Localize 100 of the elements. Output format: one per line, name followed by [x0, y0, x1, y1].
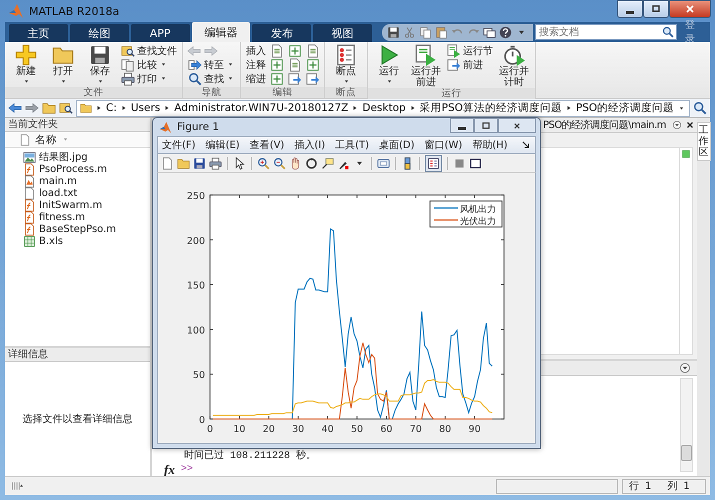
help-icon[interactable] — [499, 26, 512, 38]
path-segment[interactable]: Users — [130, 102, 160, 114]
document-plus-icon[interactable] — [270, 72, 284, 86]
zoom-in-icon[interactable] — [257, 156, 270, 170]
path-segment[interactable]: C: — [106, 102, 117, 114]
document-plus-icon[interactable] — [288, 44, 302, 58]
search-icon[interactable] — [662, 26, 674, 38]
address-field[interactable]: C: Users Administrator.WIN7U-20180127Z Desktop 采用PSO算法的经济调度问题 PSO的经济调度问题 — [76, 100, 690, 116]
document-icon[interactable] — [306, 44, 320, 58]
ribbon-button[interactable]: 新建 — [9, 44, 43, 86]
column-header[interactable]: 名称 — [35, 132, 57, 146]
ribbon-button[interactable]: 运行并前进 — [409, 44, 443, 88]
ribbon-button[interactable]: 注释 — [245, 58, 267, 71]
ribbon-button[interactable]: 打开 — [46, 44, 80, 86]
rotate-icon[interactable] — [305, 156, 318, 170]
ribbon-tab[interactable]: 绘图 — [70, 24, 129, 42]
close-button[interactable] — [498, 118, 536, 133]
printer-icon[interactable] — [209, 156, 222, 170]
axis-tick-label: 70 — [410, 424, 422, 435]
windows-icon[interactable] — [483, 26, 496, 38]
file-item[interactable]: InitSwarm.m — [39, 200, 102, 210]
menu-item[interactable]: 查看(V) — [250, 138, 284, 152]
ribbon-button[interactable]: 转至 — [187, 58, 236, 71]
path-segment[interactable]: Desktop — [362, 102, 406, 114]
minimize-icon — [458, 127, 466, 130]
function-file-icon — [23, 198, 36, 212]
function-browser-button[interactable]: fx — [164, 462, 175, 478]
maximize-button[interactable] — [643, 0, 669, 18]
arrow-right-icon — [188, 58, 202, 72]
file-item[interactable]: load.txt — [39, 188, 78, 198]
legend-label: 风机出力 — [460, 205, 496, 215]
back-arrow-icon[interactable] — [8, 101, 22, 115]
menu-item[interactable]: 窗口(W) — [424, 138, 462, 152]
search-field[interactable]: 搜索文档 — [535, 24, 678, 40]
ribbon-button[interactable]: 打印 — [120, 72, 178, 85]
data-cursor-icon[interactable] — [321, 156, 334, 170]
workspace-tab[interactable]: 工作区 — [696, 122, 710, 161]
menu-item[interactable]: 桌面(D) — [379, 138, 415, 152]
details-message: 选择文件以查看详细信息 — [22, 412, 132, 426]
file-item[interactable]: fitness.m — [39, 212, 86, 222]
ribbon-button[interactable]: 查找 — [187, 72, 236, 85]
ribbon-button[interactable]: 运行 — [372, 44, 406, 86]
matlab-logo-icon — [8, 3, 24, 19]
folder-browse-icon[interactable] — [59, 101, 73, 115]
ribbon-tab[interactable]: 视图 — [313, 24, 372, 42]
paste-icon[interactable] — [435, 26, 448, 38]
window-icon[interactable] — [469, 156, 482, 170]
ribbon-tab[interactable]: 编辑器 — [192, 22, 250, 42]
ribbon-button[interactable]: 缩进 — [245, 72, 267, 85]
file-item[interactable]: B.xls — [39, 236, 63, 246]
ribbon-tab[interactable]: 主页 — [9, 24, 68, 42]
menu-item[interactable]: 插入(I) — [294, 138, 326, 152]
ribbon-button[interactable]: 运行并计时 — [497, 44, 531, 88]
pointer-icon[interactable] — [233, 156, 246, 170]
close-icon[interactable] — [685, 120, 695, 130]
dock-arrow-icon[interactable] — [521, 140, 531, 150]
ribbon-button[interactable]: 运行节 — [446, 44, 494, 57]
ribbon-tab[interactable]: APP — [130, 24, 190, 42]
path-segment[interactable]: 采用PSO算法的经济调度问题 — [420, 101, 562, 115]
document-icon[interactable] — [288, 58, 302, 72]
scrollbar[interactable] — [680, 378, 693, 472]
path-segment[interactable]: Administrator.WIN7U-20180127Z — [174, 102, 348, 114]
forward-arrow-icon[interactable] — [25, 101, 39, 115]
menu-item[interactable]: 工具(T) — [335, 138, 370, 152]
hand-icon[interactable] — [289, 156, 302, 170]
document-plus-icon[interactable] — [270, 58, 284, 72]
close-button[interactable] — [669, 0, 711, 18]
ribbon-tab[interactable]: 发布 — [252, 24, 312, 42]
maximize-button[interactable] — [474, 118, 498, 133]
ribbon-button[interactable]: 插入 — [245, 44, 267, 57]
legend-toggle-button[interactable] — [425, 154, 442, 172]
file-item[interactable]: main.m — [39, 176, 77, 186]
ribbon-button[interactable]: 查找文件 — [120, 44, 178, 57]
zoom-out-icon[interactable] — [273, 156, 286, 170]
login-link[interactable]: 登录 — [685, 18, 704, 46]
document-icon[interactable] — [270, 44, 284, 58]
document-plus-icon[interactable] — [306, 58, 320, 72]
command-prompt[interactable]: >> — [180, 464, 193, 475]
new-document-icon[interactable] — [161, 156, 174, 170]
menu-item[interactable]: 文件(F) — [162, 138, 196, 152]
menu-item[interactable]: 帮助(H) — [472, 138, 508, 152]
menu-icon[interactable] — [672, 120, 682, 130]
folder-icon[interactable] — [177, 156, 190, 170]
menu-icon[interactable] — [679, 362, 691, 374]
copy-icon[interactable] — [419, 26, 432, 38]
path-segment[interactable]: PSO的经济调度问题 — [576, 101, 674, 115]
grip-icon[interactable] — [9, 480, 25, 492]
monitor-icon[interactable] — [377, 156, 390, 170]
ribbon-button[interactable]: 前进 — [446, 58, 494, 71]
scrollbar-thumb[interactable] — [681, 445, 692, 461]
file-item[interactable]: BaseStepPso.m — [39, 224, 116, 234]
search-icon[interactable] — [693, 101, 707, 115]
minimize-button[interactable] — [617, 0, 643, 18]
minimize-button[interactable] — [450, 118, 474, 133]
menu-item[interactable]: 编辑(E) — [206, 138, 240, 152]
ribbon-button[interactable]: 比较 — [120, 58, 178, 71]
file-item[interactable]: PsoProcess.m — [39, 164, 108, 174]
file-item[interactable]: 结果图.jpg — [39, 150, 88, 164]
ribbon-button[interactable]: 保存 — [83, 44, 117, 86]
ribbon-button[interactable]: 断点 — [329, 44, 363, 86]
